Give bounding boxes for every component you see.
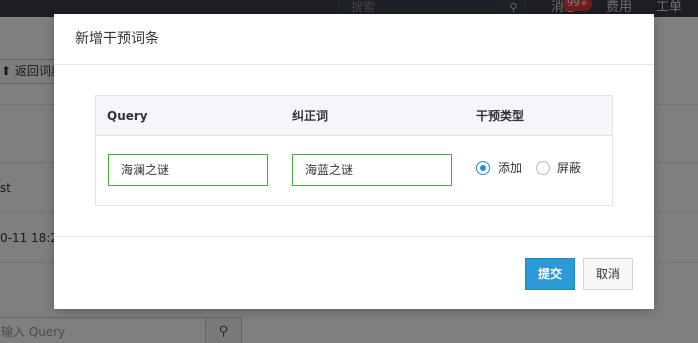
dialog-body: Query 纠正词 干预类型 海澜之谜 海蓝之谜 添加 屏蔽 (54, 65, 654, 237)
intervention-table: Query 纠正词 干预类型 海澜之谜 海蓝之谜 添加 屏蔽 (95, 95, 613, 206)
radio-block-label[interactable]: 屏蔽 (557, 160, 581, 176)
column-header-correction: 纠正词 (292, 109, 329, 123)
column-header-query: Query (107, 109, 148, 123)
dialog-footer: 提交 取消 (54, 237, 654, 308)
cancel-button[interactable]: 取消 (583, 258, 633, 290)
query-input[interactable]: 海澜之谜 (108, 154, 268, 186)
radio-add-label[interactable]: 添加 (498, 160, 522, 176)
correction-input[interactable]: 海蓝之谜 (292, 154, 452, 186)
radio-block[interactable] (536, 161, 550, 175)
column-header-type: 干预类型 (476, 109, 525, 123)
table-row: 海澜之谜 海蓝之谜 添加 屏蔽 (96, 136, 612, 205)
submit-button[interactable]: 提交 (525, 258, 575, 290)
add-intervention-dialog: 新增干预词条 Query 纠正词 干预类型 海澜之谜 海蓝之谜 添加 屏蔽 提交… (54, 14, 654, 309)
radio-add[interactable] (476, 161, 490, 175)
dialog-title: 新增干预词条 (54, 14, 654, 65)
table-header: Query 纠正词 干预类型 (96, 96, 612, 136)
